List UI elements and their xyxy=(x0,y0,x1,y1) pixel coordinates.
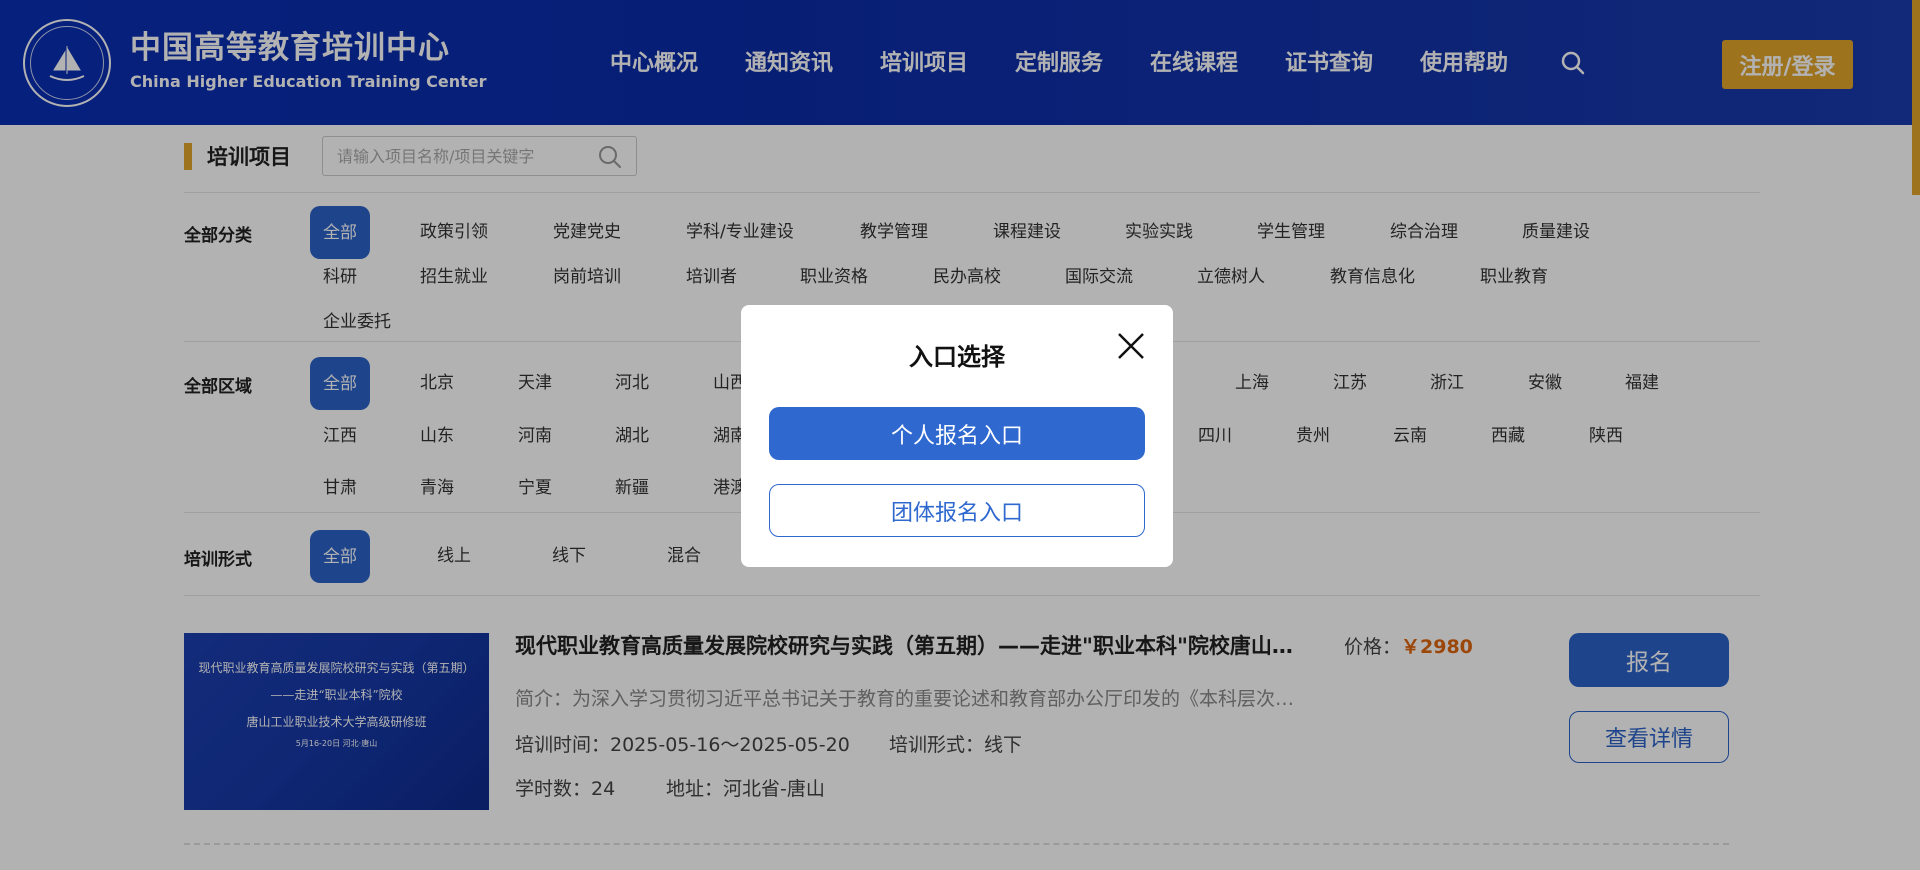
entry-select-modal: 入口选择 个人报名入口 团体报名入口 xyxy=(741,305,1173,567)
group-entry-button[interactable]: 团体报名入口 xyxy=(769,484,1145,537)
personal-entry-button[interactable]: 个人报名入口 xyxy=(769,407,1145,460)
modal-title: 入口选择 xyxy=(909,343,1005,371)
close-icon[interactable] xyxy=(1116,331,1146,361)
